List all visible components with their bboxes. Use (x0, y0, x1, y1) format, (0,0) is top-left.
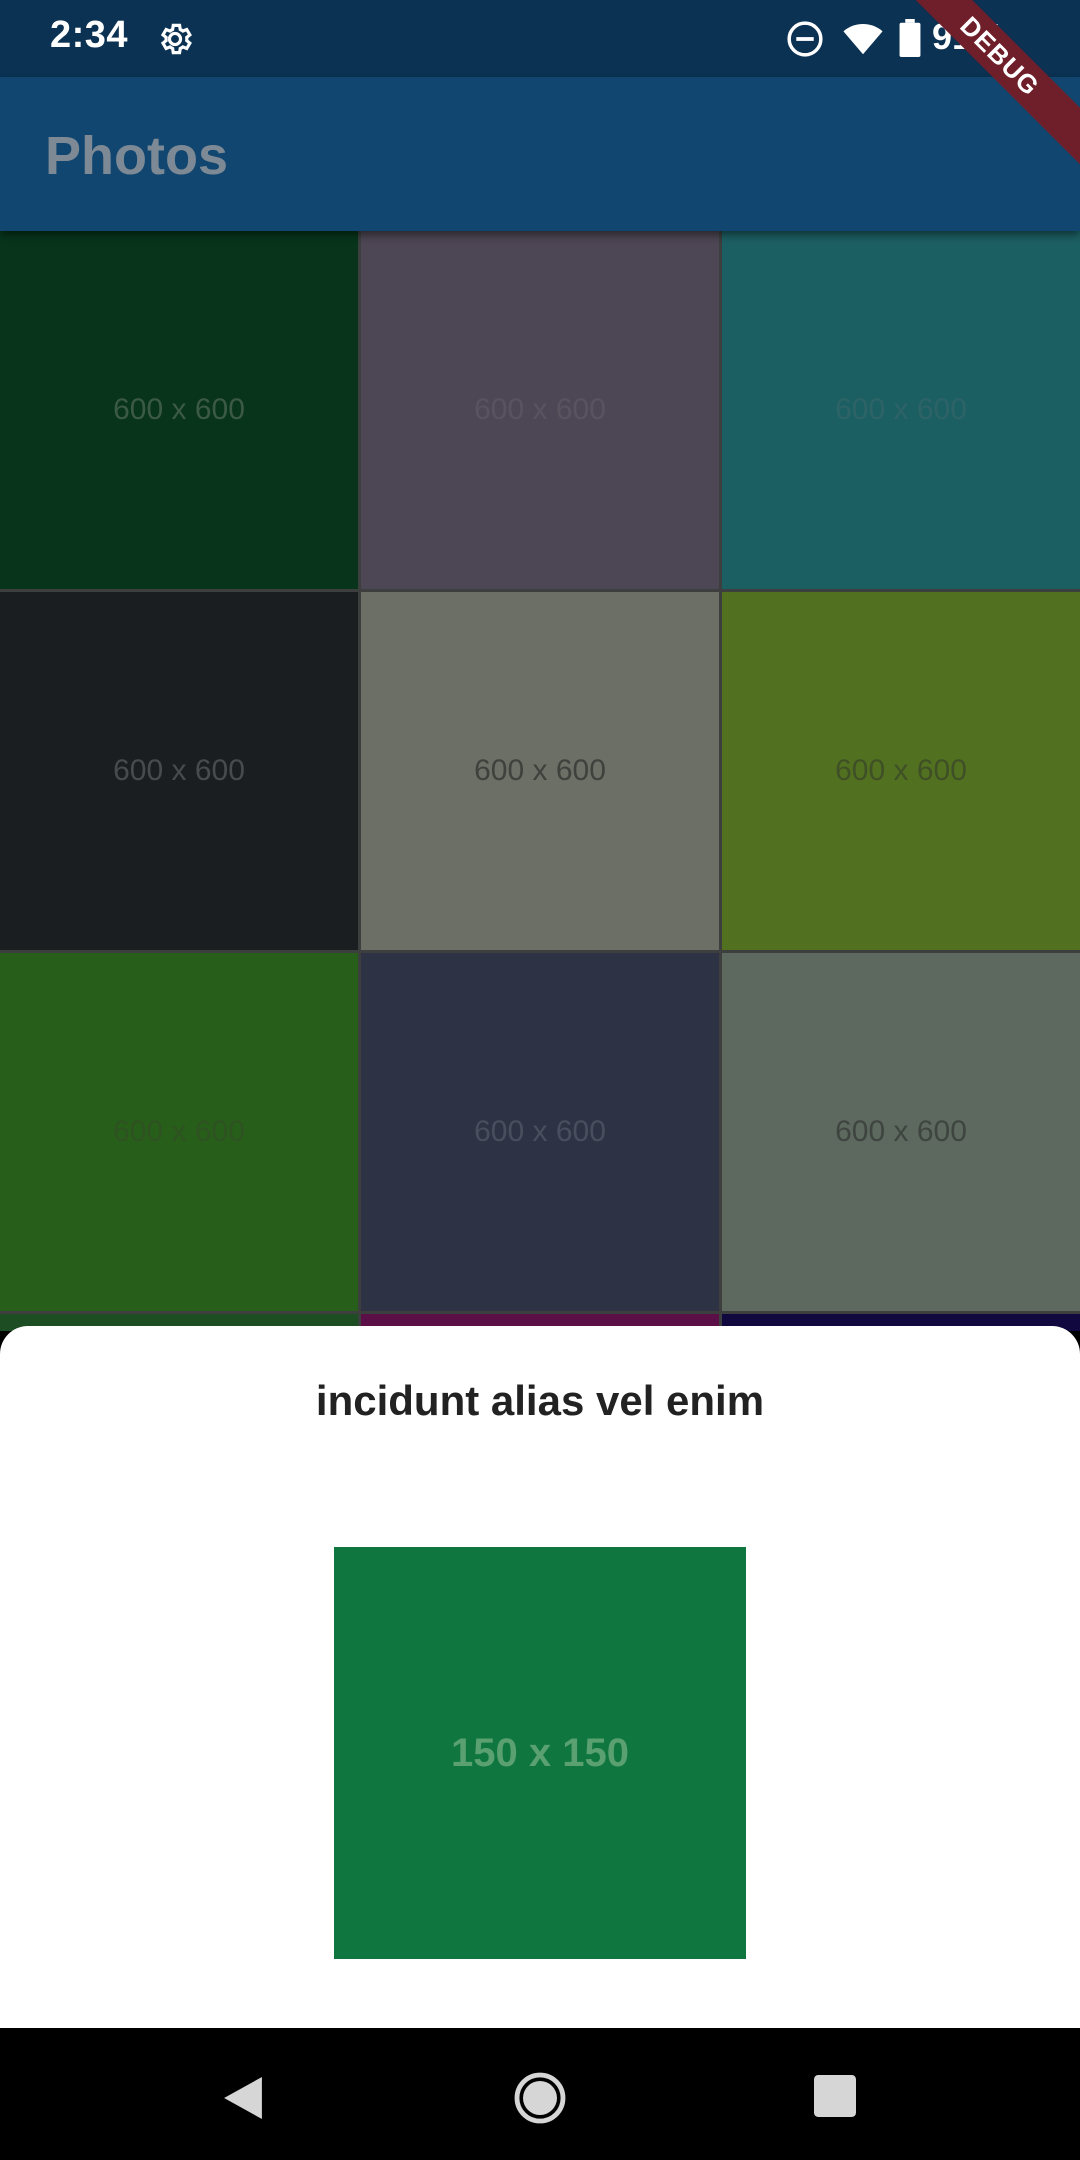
photo-tile[interactable]: 600 x 600 (722, 953, 1080, 1311)
photo-tile-label: 600 x 600 (113, 1115, 245, 1148)
photo-tile-label: 600 x 600 (474, 754, 606, 787)
bottom-sheet[interactable]: incidunt alias vel enim 150 x 150 (0, 1326, 1080, 2028)
app-bar: Photos (0, 77, 1080, 231)
back-icon[interactable] (222, 2074, 264, 2122)
photo-tile[interactable]: 600 x 600 (0, 231, 358, 589)
photo-tile[interactable]: 600 x 600 (722, 592, 1080, 950)
photo-tile[interactable]: 600 x 600 (722, 231, 1080, 589)
photo-tile-label: 600 x 600 (835, 1115, 967, 1148)
photo-tile[interactable]: 600 x 600 (0, 953, 358, 1311)
home-icon[interactable] (514, 2072, 566, 2124)
sheet-image[interactable]: 150 x 150 (334, 1547, 746, 1959)
status-time: 2:34 (50, 14, 129, 56)
photo-tile-label: 600 x 600 (113, 754, 245, 787)
photo-tile[interactable]: 600 x 600 (361, 592, 719, 950)
photo-tile[interactable]: 600 x 600 (361, 231, 719, 589)
sheet-title: incidunt alias vel enim (315, 1377, 765, 1424)
recents-icon[interactable] (814, 2075, 856, 2117)
photo-tile-label: 600 x 600 (113, 393, 245, 426)
app-title: Photos (45, 126, 228, 186)
battery-icon (899, 19, 921, 57)
photo-tile-label: 600 x 600 (835, 393, 967, 426)
navigation-bar (0, 2028, 1080, 2160)
wifi-icon (843, 24, 883, 55)
settings-icon (160, 23, 192, 55)
battery-percent: 91% (932, 16, 1005, 57)
photo-grid[interactable]: 600 x 600 600 x 600 600 x 600 600 x 600 600 … (0, 231, 1080, 1331)
do-not-disturb-icon (787, 21, 823, 57)
photo-tile[interactable]: 600 x 600 (361, 953, 719, 1311)
photo-tile-label: 600 x 600 (835, 754, 967, 787)
photo-tile-label: 600 x 600 (474, 1115, 606, 1148)
photo-tile-label: 600 x 600 (474, 393, 606, 426)
status-bar: 2:34 91% (0, 0, 1080, 77)
sheet-image-label: 150 x 150 (451, 1730, 629, 1775)
photo-tile[interactable]: 600 x 600 (0, 592, 358, 950)
